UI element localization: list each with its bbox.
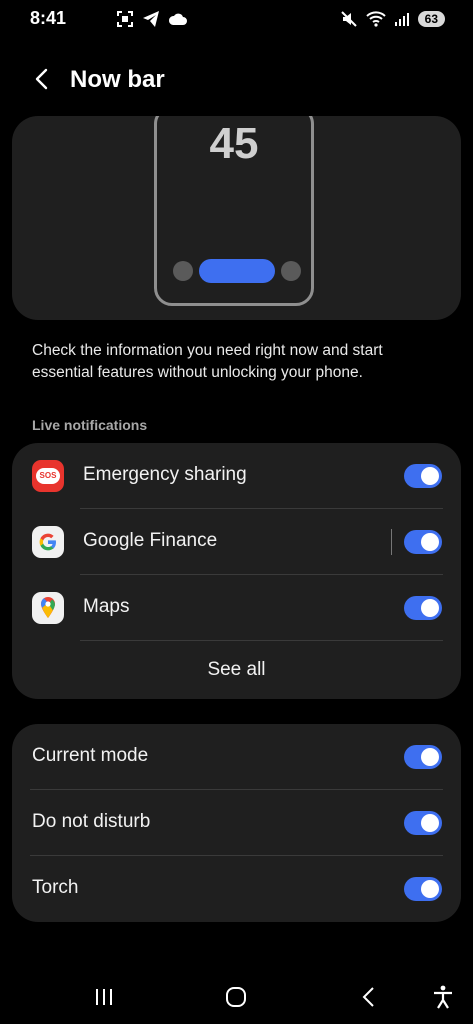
battery-badge: 63	[417, 11, 445, 27]
list-item-label: Google Finance	[83, 530, 218, 551]
google-icon	[32, 526, 64, 558]
back-button[interactable]	[30, 66, 56, 92]
list-item-torch[interactable]: Torch	[12, 856, 461, 922]
maps-pin-glyph	[41, 597, 55, 618]
back-arrow-icon	[35, 68, 48, 90]
toggle-knob	[421, 599, 439, 617]
cloud-icon	[168, 13, 187, 25]
now-bar-preview: 45	[12, 116, 461, 320]
signal-icon	[394, 13, 409, 26]
torch-toggle[interactable]	[404, 877, 442, 901]
section-label-live-notifications: Live notifications	[32, 417, 148, 433]
mute-icon	[340, 11, 357, 27]
list-item-label: Torch	[32, 877, 79, 898]
status-bar: 8:41 63	[0, 0, 473, 38]
home-button[interactable]	[223, 984, 249, 1010]
list-item-label: Current mode	[32, 745, 149, 766]
description-text: Check the information you need right now…	[32, 342, 383, 381]
status-time: 8:41	[30, 8, 67, 28]
toggle-knob	[421, 748, 439, 766]
preview-dot-left	[173, 261, 193, 281]
status-right-icons: 63	[340, 10, 445, 28]
list-item-label: Do not disturb	[32, 811, 151, 832]
google-g-glyph	[39, 533, 56, 551]
live-notifications-card: SOS Emergency sharing Google Finance Map…	[12, 443, 461, 699]
toggle-knob	[421, 814, 439, 832]
list-item-label: Emergency sharing	[83, 464, 247, 485]
settings-card: Current mode Do not disturb Torch	[12, 724, 461, 922]
accessibility-icon	[434, 985, 452, 1009]
sos-icon: SOS	[32, 460, 64, 492]
google-finance-toggle[interactable]	[404, 530, 442, 554]
emergency-sharing-toggle[interactable]	[404, 464, 442, 488]
list-item-google-finance[interactable]: Google Finance	[12, 509, 461, 575]
toggle-knob	[421, 467, 439, 485]
back-nav-button[interactable]	[356, 984, 382, 1010]
wifi-icon	[365, 11, 386, 27]
telegram-icon	[143, 11, 159, 27]
list-item-maps[interactable]: Maps	[12, 575, 461, 641]
divider	[80, 640, 443, 641]
recents-icon	[96, 989, 112, 1005]
list-item-emergency-sharing[interactable]: SOS Emergency sharing	[12, 443, 461, 509]
toggle-knob	[421, 880, 439, 898]
header: Now bar	[0, 60, 473, 100]
preview-dot-right	[281, 261, 301, 281]
vertical-separator	[391, 529, 392, 555]
list-item-label: Maps	[83, 596, 130, 617]
preview-clock: 45	[209, 119, 259, 168]
home-icon	[226, 987, 246, 1007]
status-left-icons	[116, 10, 188, 28]
current-mode-toggle[interactable]	[404, 745, 442, 769]
phone-illustration: 45	[154, 116, 314, 306]
preview-now-bar-pill	[199, 259, 275, 283]
maps-icon	[32, 592, 64, 624]
list-item-current-mode[interactable]: Current mode	[12, 724, 461, 790]
screenshot-icon	[117, 11, 133, 27]
sos-icon-text: SOS	[36, 468, 60, 484]
maps-toggle[interactable]	[404, 596, 442, 620]
see-all-button[interactable]: See all	[12, 659, 461, 681]
accessibility-button[interactable]	[430, 984, 456, 1010]
toggle-knob	[421, 533, 439, 551]
navigation-bar	[0, 970, 473, 1024]
list-item-do-not-disturb[interactable]: Do not disturb	[12, 790, 461, 856]
recents-button[interactable]	[91, 984, 117, 1010]
do-not-disturb-toggle[interactable]	[404, 811, 442, 835]
back-icon	[362, 987, 374, 1007]
page-title: Now bar	[70, 66, 165, 93]
